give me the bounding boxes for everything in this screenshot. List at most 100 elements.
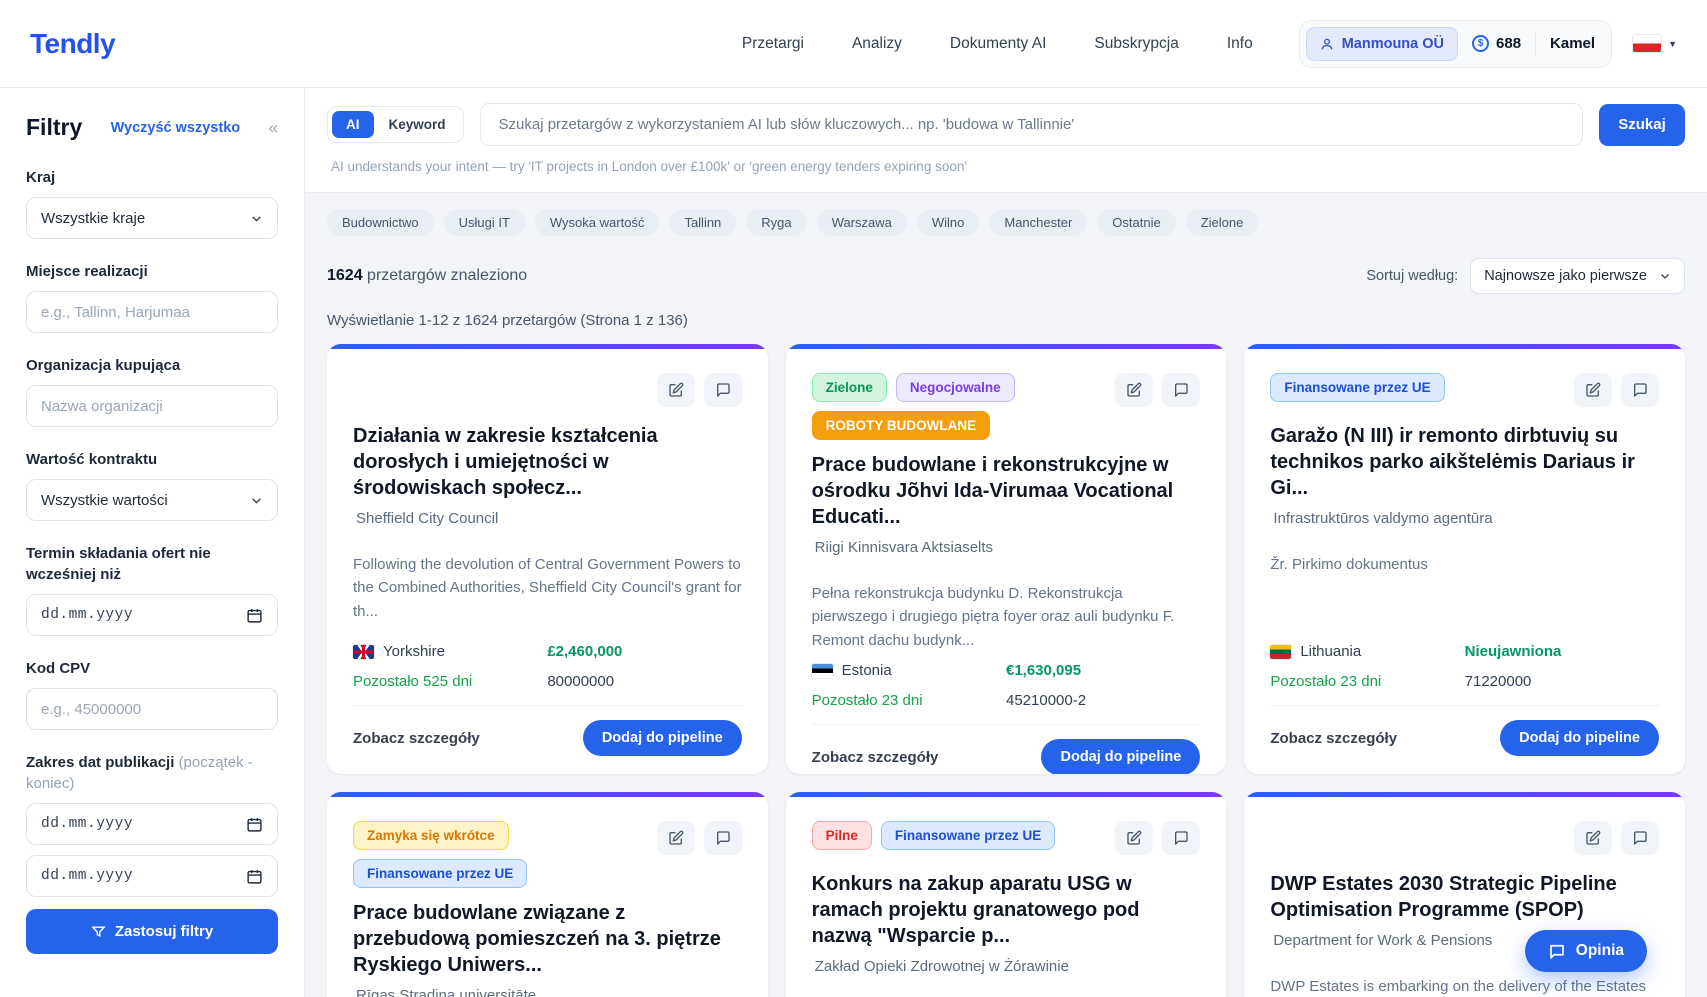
tender-card[interactable]: Działania w zakresie kształcenia dorosły… — [327, 344, 768, 774]
card-title[interactable]: Konkurs na zakup aparatu USG w ramach pr… — [812, 871, 1201, 949]
status-badge: Negocjowalne — [896, 373, 1015, 402]
card-description: Following the devolution of Central Gove… — [353, 553, 742, 623]
card-title[interactable]: Działania w zakresie kształcenia dorosły… — [353, 423, 742, 501]
top-bar: Tendly Przetargi Analizy Dokumenty AI Su… — [0, 0, 1707, 88]
edit-note-icon[interactable] — [1574, 821, 1612, 855]
edit-note-icon[interactable] — [657, 373, 695, 407]
brand-logo[interactable]: Tendly — [30, 28, 115, 60]
contract-value-select[interactable]: Wszystkie wartości — [26, 479, 278, 521]
contract-value-label: Wartość kontraktu — [26, 449, 278, 470]
language-selector[interactable]: ▼ — [1632, 34, 1677, 53]
card-title[interactable]: Prace budowlane związane z przebudową po… — [353, 900, 742, 978]
view-details-link[interactable]: Zobacz szczegóły — [812, 749, 939, 766]
chip-manchester[interactable]: Manchester — [989, 209, 1087, 236]
publication-range-label: Zakres dat publikacji (początek - koniec… — [26, 752, 278, 794]
comment-icon[interactable] — [1162, 373, 1200, 407]
calendar-icon — [246, 816, 263, 833]
comment-icon[interactable] — [1162, 821, 1200, 855]
add-to-pipeline-button[interactable]: Dodaj do pipeline — [1041, 739, 1200, 774]
status-badge: ROBOTY BUDOWLANE — [812, 411, 991, 440]
tender-card[interactable]: Pilne Finansowane przez UE Konkurs na zak… — [786, 792, 1227, 997]
quick-filter-chips: Budownictwo Usługi IT Wysoka wartość Tal… — [327, 209, 1685, 236]
card-location: Estonia — [842, 662, 892, 679]
nav-item-analizy[interactable]: Analizy — [852, 35, 902, 53]
username[interactable]: Kamel — [1550, 35, 1595, 52]
edit-note-icon[interactable] — [1115, 373, 1153, 407]
clear-all-filters-link[interactable]: Wyczyść wszystko — [111, 120, 241, 136]
comment-icon[interactable] — [1621, 821, 1659, 855]
credits-group[interactable]: $ 688 — [1472, 35, 1521, 52]
status-badge: Finansowane przez UE — [881, 821, 1055, 850]
collapse-sidebar-icon[interactable]: « — [269, 118, 278, 138]
card-title[interactable]: Prace budowlane i rekonstrukcyjne w ośro… — [812, 452, 1201, 530]
chip-ostatnie[interactable]: Ostatnie — [1097, 209, 1175, 236]
view-details-link[interactable]: Zobacz szczegóły — [353, 730, 480, 747]
chip-warszawa[interactable]: Warszawa — [817, 209, 907, 236]
card-meta: Estonia €1,630,095 Pozostało 23 dni 4521… — [812, 652, 1201, 709]
publication-end-date-input[interactable]: dd.mm.yyyy — [26, 855, 278, 897]
card-organization: Infrastruktūros valdymo agentūra — [1270, 510, 1659, 527]
cpv-input[interactable] — [41, 701, 263, 718]
chip-ryga[interactable]: Ryga — [746, 209, 806, 236]
main-content: AI Keyword Szukaj AI understands your in… — [305, 88, 1707, 997]
feedback-button[interactable]: Opinia — [1525, 930, 1647, 972]
calendar-icon — [246, 607, 263, 624]
mode-ai-button[interactable]: AI — [332, 111, 374, 138]
chip-budownictwo[interactable]: Budownictwo — [327, 209, 434, 236]
card-title[interactable]: Garažo (N III) ir remonto dirbtuvių su t… — [1270, 423, 1659, 501]
add-to-pipeline-button[interactable]: Dodaj do pipeline — [1500, 720, 1659, 756]
nav-item-subskrypcja[interactable]: Subskrypcja — [1094, 35, 1178, 53]
mode-keyword-button[interactable]: Keyword — [376, 111, 459, 138]
chip-wilno[interactable]: Wilno — [917, 209, 980, 236]
edit-note-icon[interactable] — [1115, 821, 1153, 855]
card-badges: Zamyka się wkrótceFinansowane przez UE — [353, 821, 653, 888]
card-cpv-code: 71220000 — [1465, 673, 1659, 690]
card-organization: Sheffield City Council — [353, 510, 742, 527]
card-title[interactable]: DWP Estates 2030 Strategic Pipeline Opti… — [1270, 871, 1659, 923]
chip-wysoka-wartosc[interactable]: Wysoka wartość — [535, 209, 660, 236]
search-button[interactable]: Szukaj — [1599, 104, 1685, 146]
card-footer: Zobacz szczegóły Dodaj do pipeline — [1270, 705, 1659, 756]
poland-flag-icon — [1632, 34, 1662, 53]
chip-zielone[interactable]: Zielone — [1186, 209, 1259, 236]
sort-select[interactable]: Najnowsze jako pierwsze — [1470, 258, 1685, 294]
deadline-date-input[interactable]: dd.mm.yyyy — [26, 594, 278, 636]
tender-card[interactable]: Zamyka się wkrótceFinansowane przez UE P… — [327, 792, 768, 997]
country-select[interactable]: Wszystkie kraje — [26, 197, 278, 239]
nav-item-info[interactable]: Info — [1227, 35, 1253, 53]
calendar-icon — [246, 868, 263, 885]
card-description: DWP Estates is embarking on the delivery… — [1270, 975, 1659, 997]
edit-note-icon[interactable] — [657, 821, 695, 855]
country-flag-icon — [1270, 645, 1291, 659]
nav-item-dokumenty-ai[interactable]: Dokumenty AI — [950, 35, 1047, 53]
place-label: Miejsce realizacji — [26, 261, 278, 282]
add-to-pipeline-button[interactable]: Dodaj do pipeline — [583, 720, 742, 756]
organization-chip[interactable]: Manmouna OÜ — [1306, 27, 1458, 61]
chip-tallinn[interactable]: Tallinn — [669, 209, 736, 236]
search-input[interactable] — [480, 103, 1583, 146]
results-section: Budownictwo Usługi IT Wysoka wartość Tal… — [305, 193, 1707, 997]
card-value: £2,460,000 — [547, 643, 741, 660]
publication-start-date-input[interactable]: dd.mm.yyyy — [26, 803, 278, 845]
tender-card[interactable]: Finansowane przez UE Garažo (N III) ir r… — [1244, 344, 1685, 774]
nav-item-przetargi[interactable]: Przetargi — [742, 35, 804, 53]
card-organization: Zakład Opieki Zdrowotnej w Żórawinie — [812, 958, 1201, 975]
tender-card[interactable]: ZieloneNegocjowalneROBOTY BUDOWLANE Prac… — [786, 344, 1227, 774]
comment-icon[interactable] — [704, 821, 742, 855]
main-nav: Przetargi Analizy Dokumenty AI Subskrypc… — [742, 35, 1253, 53]
comment-icon[interactable] — [1621, 373, 1659, 407]
card-footer: Zobacz szczegóły Dodaj do pipeline — [353, 705, 742, 756]
card-meta: Lithuania Nieujawniona Pozostało 23 dni … — [1270, 633, 1659, 690]
buyer-org-label: Organizacja kupująca — [26, 355, 278, 376]
status-badge: Pilne — [812, 821, 872, 850]
apply-filters-button[interactable]: Zastosuj filtry — [26, 909, 278, 954]
place-input[interactable] — [41, 304, 263, 321]
card-badges: Finansowane przez UE — [1270, 373, 1444, 402]
buyer-org-input[interactable] — [41, 398, 263, 415]
comment-icon[interactable] — [704, 373, 742, 407]
view-details-link[interactable]: Zobacz szczegóły — [1270, 730, 1397, 747]
edit-note-icon[interactable] — [1574, 373, 1612, 407]
chip-uslugi-it[interactable]: Usługi IT — [444, 209, 525, 236]
sort-label: Sortuj według: — [1366, 268, 1458, 284]
card-badges: Pilne Finansowane przez UE — [812, 821, 1056, 850]
